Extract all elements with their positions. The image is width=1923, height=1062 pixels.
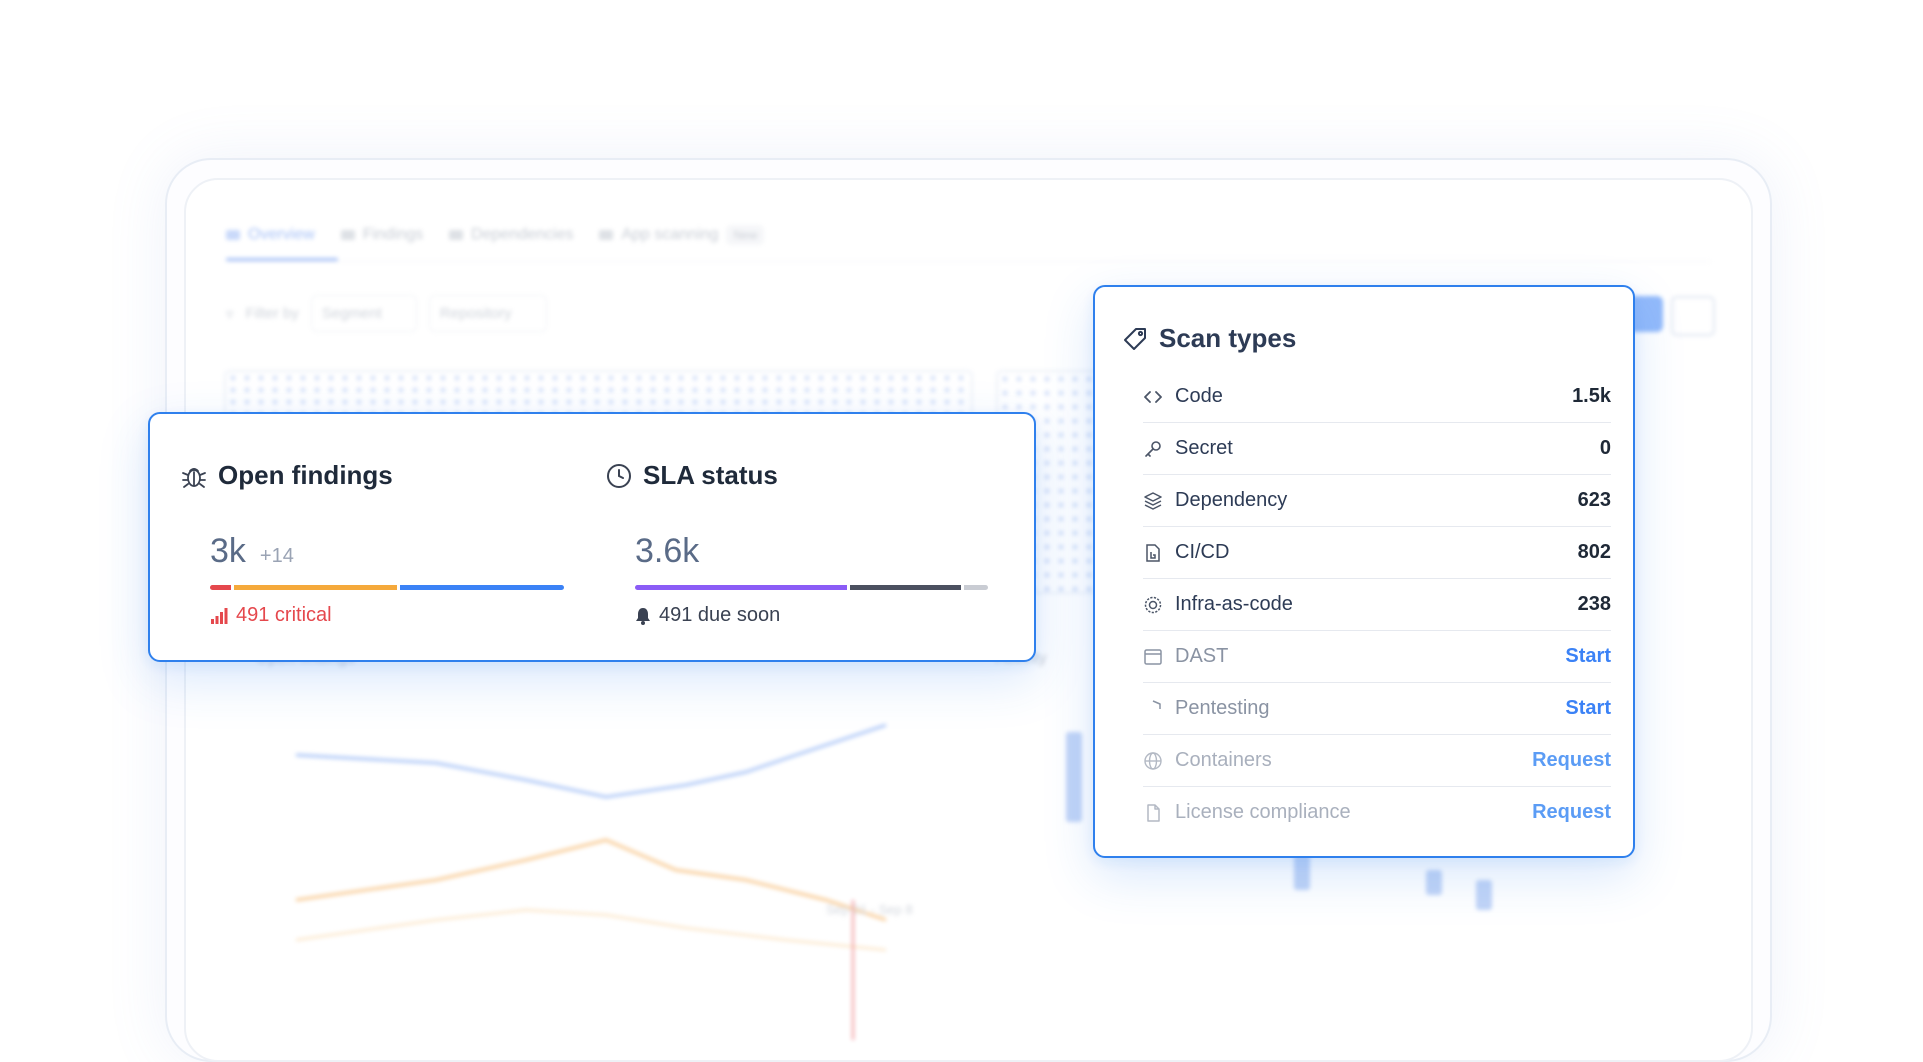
globe-icon bbox=[1144, 751, 1162, 770]
open-findings-footer: 491 critical bbox=[210, 604, 332, 627]
scan-type-label: Containers bbox=[1175, 749, 1272, 771]
scan-type-label: Infra-as-code bbox=[1175, 593, 1293, 615]
activity-bar bbox=[1476, 880, 1492, 910]
window-icon bbox=[1144, 648, 1162, 665]
code-icon bbox=[1144, 390, 1162, 403]
scan-type-row-containers: Containers Request bbox=[1143, 735, 1611, 787]
scan-types-title: Scan types bbox=[1159, 323, 1297, 353]
scan-type-row-secret: Secret 0 bbox=[1143, 423, 1611, 475]
bar-segment bbox=[233, 585, 398, 590]
start-pentesting-link[interactable]: Start bbox=[1565, 697, 1611, 720]
bell-icon bbox=[636, 607, 650, 625]
scan-type-label: CI/CD bbox=[1175, 541, 1230, 563]
sla-status-value: 3.6k bbox=[635, 532, 700, 570]
chart-line-blue bbox=[295, 723, 887, 799]
bar-segment bbox=[850, 585, 961, 590]
scan-type-row-dast: DAST Start bbox=[1143, 631, 1611, 683]
start-dast-link[interactable]: Start bbox=[1565, 645, 1611, 668]
open-findings-title: Open findings bbox=[218, 460, 393, 490]
sla-status-title: SLA status bbox=[643, 460, 778, 490]
bar-segment bbox=[635, 585, 847, 590]
scan-type-count: 1.5k bbox=[1572, 385, 1611, 407]
open-findings-value: 3k bbox=[210, 532, 246, 570]
scan-type-label-group: Infra-as-code bbox=[1143, 593, 1293, 616]
scan-types-header: Scan types bbox=[1121, 323, 1296, 354]
sla-status-bar bbox=[635, 585, 989, 590]
scan-type-row-pentesting: Pentesting Start bbox=[1143, 683, 1611, 735]
scan-type-row-code: Code 1.5k bbox=[1143, 371, 1611, 423]
scan-type-count: 238 bbox=[1577, 593, 1611, 615]
open-findings-value-row: 3k +14 bbox=[210, 532, 294, 571]
scan-type-label: License compliance bbox=[1175, 801, 1351, 823]
key-icon bbox=[1145, 440, 1161, 457]
scan-type-label-group: Dependency bbox=[1143, 489, 1287, 512]
sla-status-footer: 491 due soon bbox=[635, 604, 780, 627]
chart-line-orange bbox=[295, 838, 887, 922]
cog-icon bbox=[1144, 596, 1162, 613]
signal-bars-icon bbox=[211, 607, 228, 624]
scan-type-label: Pentesting bbox=[1175, 697, 1270, 719]
scan-types-card: Scan types Code 1.5k Secret 0 Dependency 623 C… bbox=[1093, 285, 1635, 858]
scan-type-row-license-compliance: License compliance Request bbox=[1143, 787, 1611, 838]
tag-icon bbox=[1124, 327, 1146, 350]
bar-segment bbox=[964, 585, 988, 590]
open-findings-bar bbox=[210, 585, 564, 590]
activity-bar bbox=[1066, 732, 1082, 822]
scan-type-row-infra-as-code: Infra-as-code 238 bbox=[1143, 579, 1611, 631]
file-icon bbox=[1147, 803, 1160, 822]
scan-type-label-group: DAST bbox=[1143, 645, 1228, 668]
bar-segment bbox=[400, 585, 564, 590]
scan-type-label-group: CI/CD bbox=[1143, 541, 1229, 564]
scan-type-label: Secret bbox=[1175, 437, 1233, 459]
metrics-card: Open findings 3k +14 491 critical SLA st… bbox=[148, 412, 1036, 662]
layers-icon bbox=[1144, 491, 1162, 510]
scan-type-count: 623 bbox=[1577, 489, 1611, 511]
shield-icon bbox=[1152, 699, 1161, 709]
scan-type-label: Dependency bbox=[1175, 489, 1288, 511]
scan-type-row-ci-cd: CI/CD 802 bbox=[1143, 527, 1611, 579]
scan-type-label-group: Code bbox=[1143, 385, 1223, 408]
pipeline-icon bbox=[1146, 543, 1160, 562]
scan-types-list: Code 1.5k Secret 0 Dependency 623 CI/CD 802 Infr… bbox=[1143, 371, 1611, 838]
request-containers-link[interactable]: Request bbox=[1532, 749, 1611, 772]
chart-tooltip: Sep 01 - Sep 8 bbox=[826, 902, 913, 917]
sla-status-metric[interactable]: SLA status 3.6k 491 due soon bbox=[605, 460, 995, 626]
chart-line-light bbox=[295, 908, 887, 951]
scan-type-label-group: License compliance bbox=[1143, 801, 1351, 824]
activity-bar bbox=[1426, 870, 1442, 895]
open-findings-header: Open findings bbox=[180, 460, 560, 491]
critical-count-label: 491 critical bbox=[236, 604, 332, 626]
open-findings-delta: +14 bbox=[259, 545, 294, 567]
sla-status-header: SLA status bbox=[605, 460, 995, 491]
scan-type-label-group: Containers bbox=[1143, 749, 1272, 772]
scan-type-label-group: Pentesting bbox=[1143, 697, 1270, 720]
due-soon-label: 491 due soon bbox=[659, 604, 781, 626]
scan-type-count: 0 bbox=[1599, 437, 1611, 459]
scan-type-label: Code bbox=[1175, 385, 1223, 407]
sla-status-value-row: 3.6k bbox=[635, 532, 699, 571]
bug-icon bbox=[182, 467, 206, 488]
scan-type-label: DAST bbox=[1175, 645, 1229, 667]
request-license-compliance-link[interactable]: Request bbox=[1532, 801, 1611, 824]
scan-type-count: 802 bbox=[1577, 541, 1611, 563]
bar-segment bbox=[210, 585, 231, 590]
open-findings-metric[interactable]: Open findings 3k +14 491 critical bbox=[180, 460, 564, 626]
scan-type-label-group: Secret bbox=[1143, 437, 1233, 460]
clock-icon bbox=[607, 463, 631, 488]
scan-type-row-dependency: Dependency 623 bbox=[1143, 475, 1611, 527]
